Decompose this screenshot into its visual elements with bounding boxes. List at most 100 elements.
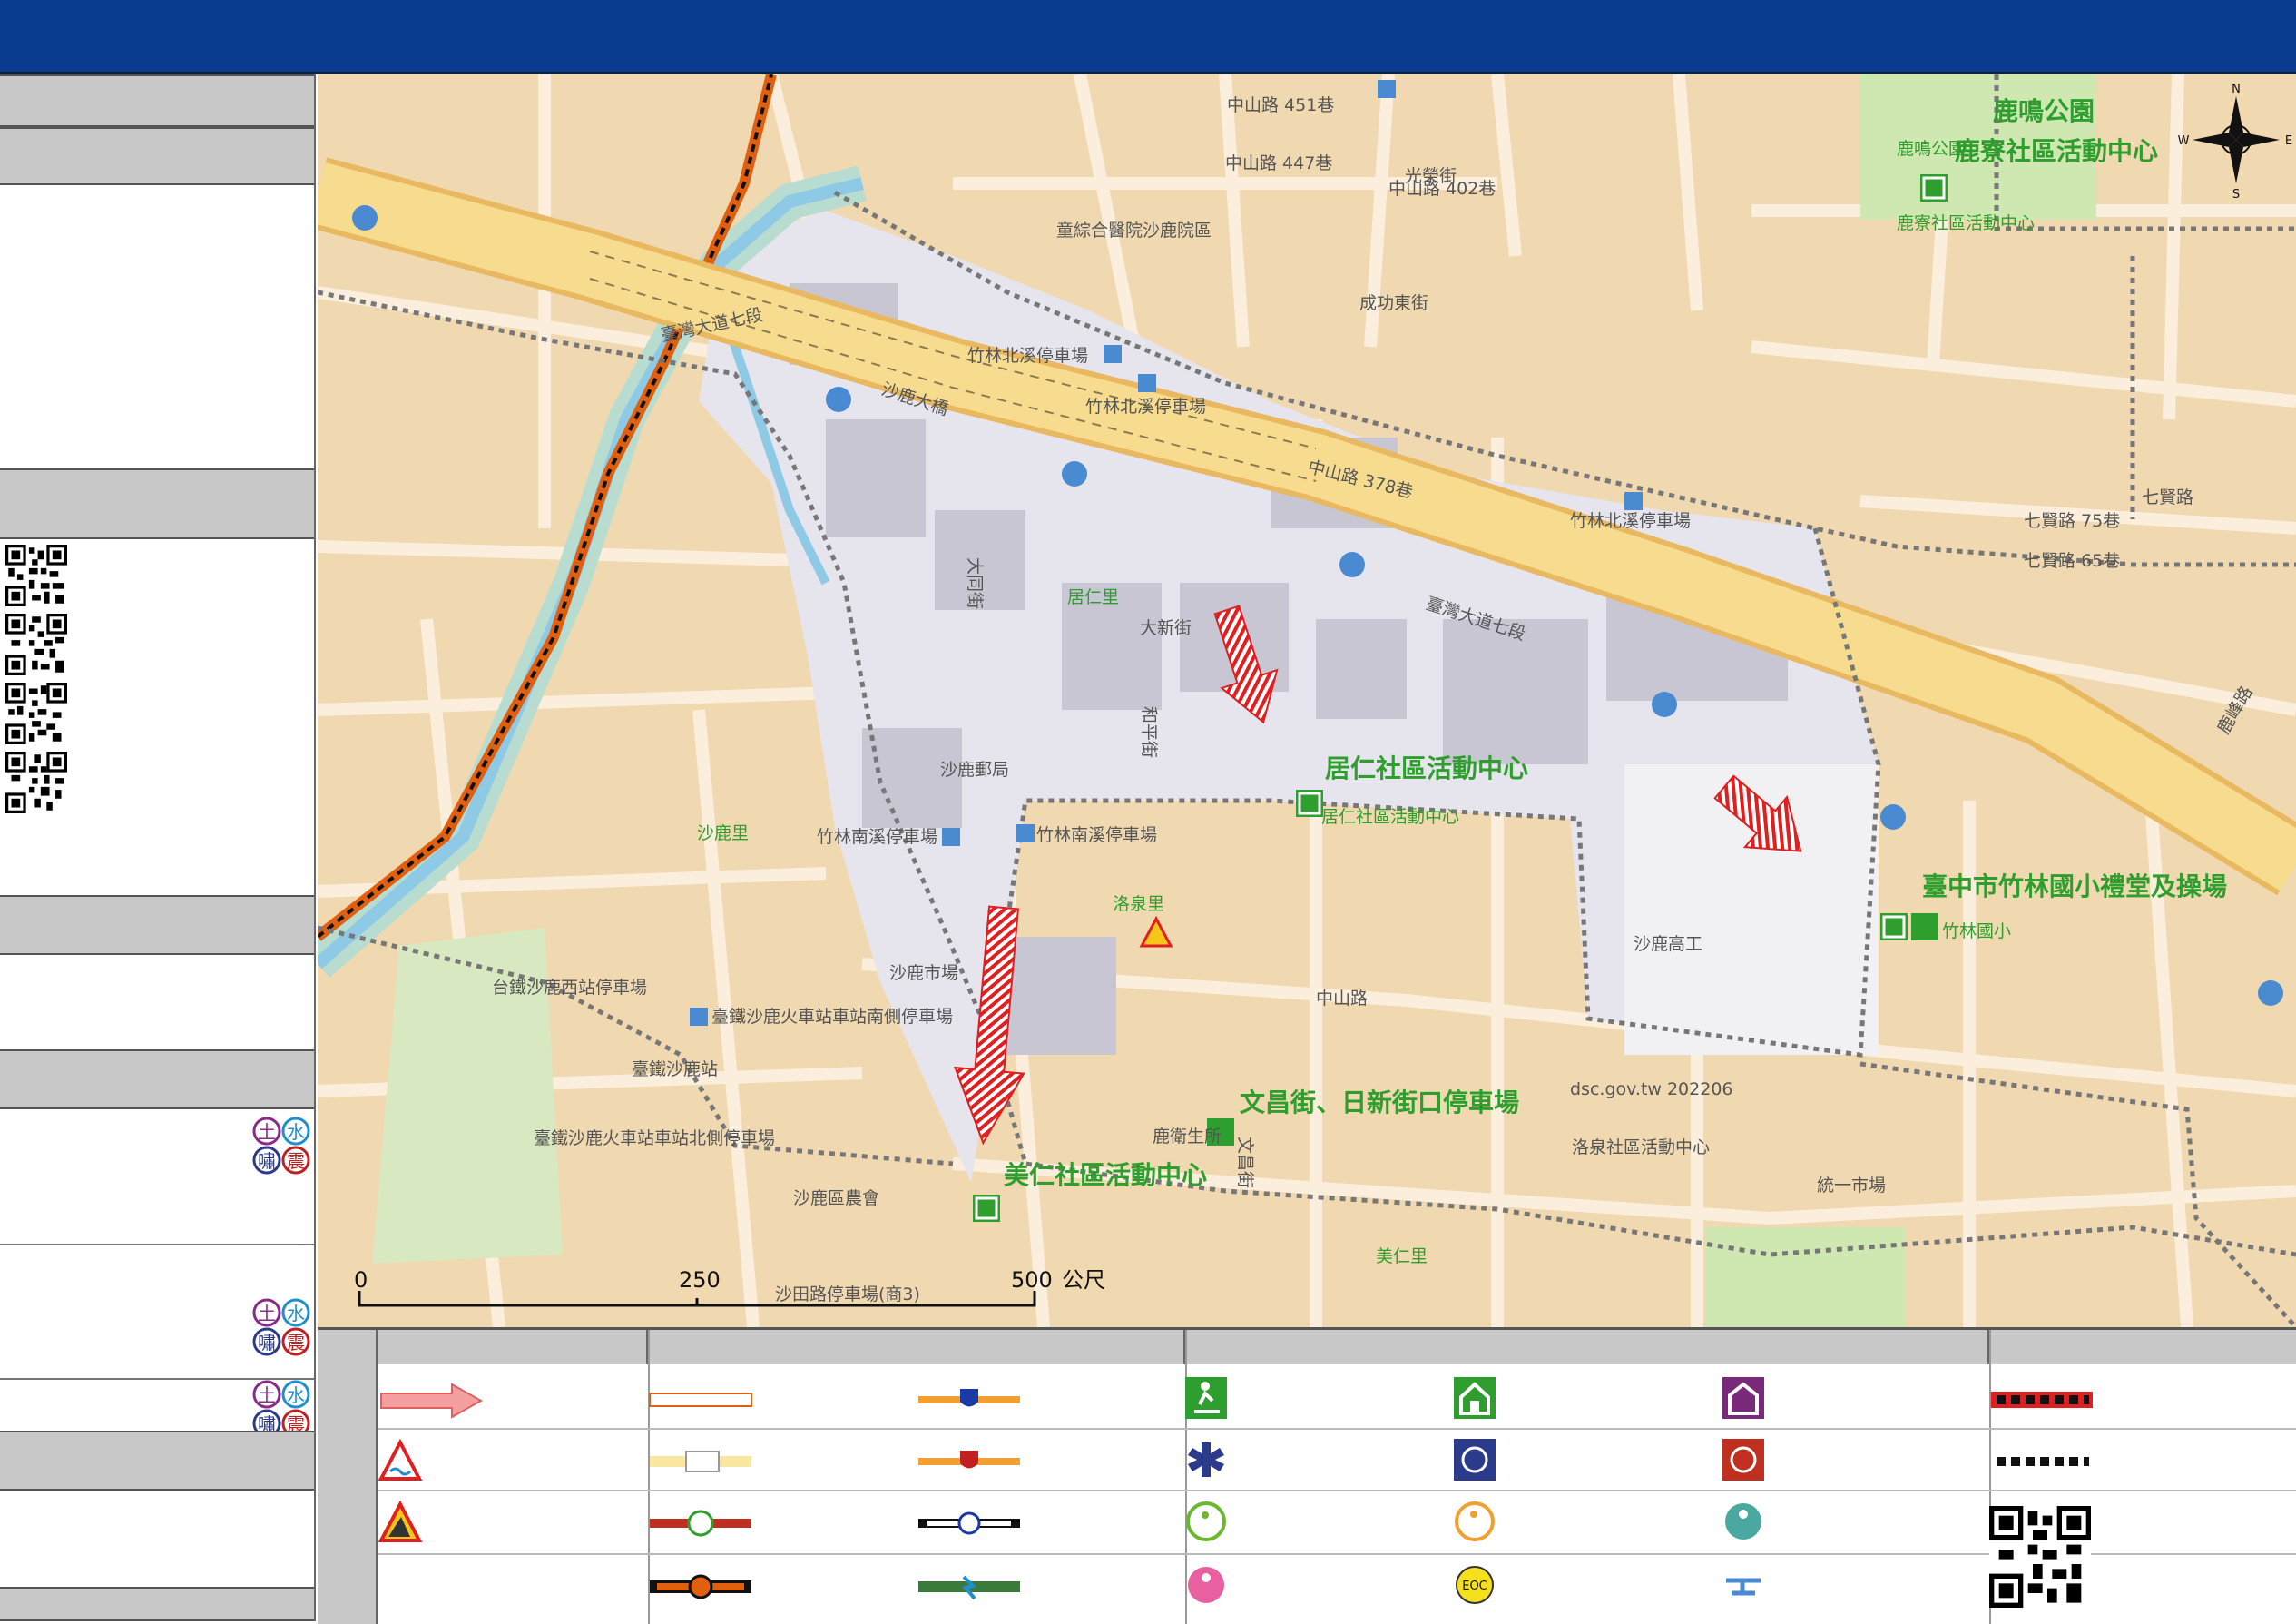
sidebar-body-3 <box>0 955 314 1049</box>
legend-evac-zone-boundary-icon <box>1991 1392 2093 1408</box>
legend-eoc-icon: EOC <box>1456 1566 1494 1604</box>
legend-medical-icon <box>1188 1442 1224 1477</box>
legend-side-header <box>318 1330 378 1624</box>
legend-evac-arrow-icon <box>380 1383 484 1419</box>
legend-flood-warning-icon <box>378 1439 423 1481</box>
label-daxin: 大新街 <box>1140 618 1192 638</box>
label-luliao-small: 鹿寮社區活動中心 <box>1897 213 2035 233</box>
svg-text:嘯: 嘯 <box>258 1332 276 1353</box>
legend-head-3 <box>1185 1330 1989 1364</box>
label-zhulin-small: 竹林國小 <box>1942 921 2011 941</box>
legend-county-road-icon <box>650 1510 751 1537</box>
legend-child-care-icon <box>1725 1503 1761 1540</box>
hazard-badges-1: 土 水 嘯 震 <box>252 1117 310 1175</box>
legend-landslide-icon <box>378 1501 423 1542</box>
label-wenchang: 文昌街 <box>1235 1137 1255 1188</box>
sidebar-header-1 <box>0 74 314 127</box>
info-sidebar: 土 水 嘯 震 土 水 嘯 震 土 水 嘯 震 <box>0 74 316 1621</box>
label-shalu-li: 沙鹿里 <box>697 823 749 843</box>
sidebar-body-info <box>0 185 314 468</box>
legend-fire-station-icon <box>1722 1439 1764 1481</box>
legend-disability-icon <box>1188 1567 1224 1603</box>
svg-text:土: 土 <box>258 1384 276 1406</box>
legend-head-2 <box>648 1330 1185 1364</box>
legend-shelter-indoor-icon <box>1454 1377 1496 1419</box>
svg-text:250: 250 <box>679 1267 721 1293</box>
label-station-w: 台鐵沙鹿西站停車場 <box>492 978 647 998</box>
legend-local-road-icon <box>649 1393 752 1407</box>
qr-code-3[interactable] <box>5 683 67 744</box>
legend-shelter-outdoor-icon <box>1185 1377 1227 1419</box>
label-jurun-li: 居仁里 <box>1067 587 1119 607</box>
label-datong: 大同街 <box>965 557 985 609</box>
label-hospital: 童綜合醫院沙鹿院區 <box>1056 221 1212 241</box>
green-area <box>1706 1227 1906 1327</box>
qr-code-2[interactable] <box>5 614 67 675</box>
label-qixian: 七賢路 <box>2142 487 2193 507</box>
evacuation-map[interactable]: N S W E 鹿鳴公園 鹿寮社區活動中心 鹿鳴公園 鹿寮社區活動中心 居仁社區… <box>318 74 2296 1327</box>
label-meiren-center: 美仁社區活動中心 <box>1004 1160 1207 1190</box>
badge-quake: 震 <box>287 1150 305 1172</box>
label-meiren-li: 美仁里 <box>1376 1246 1428 1266</box>
label-tongyi-market: 統一市場 <box>1817 1176 1886 1196</box>
label-jurun-center: 居仁社區活動中心 <box>1325 753 1528 783</box>
qr-code-4[interactable] <box>5 752 67 813</box>
label-chenggong: 成功東街 <box>1359 293 1428 313</box>
label-shalu-post: 沙鹿郵局 <box>940 760 1009 780</box>
label-parking-n1: 竹林北溪停車場 <box>967 346 1088 366</box>
label-parking-n3: 竹林北溪停車場 <box>1570 511 1691 531</box>
legend-expressway-icon <box>918 1451 1020 1469</box>
label-zhulin-school: 臺中市竹林國小禮堂及操場 <box>1922 871 2227 901</box>
legend-elderly-icon <box>1455 1501 1495 1541</box>
label-guangrong: 光榮街 <box>1405 166 1457 186</box>
sidebar-header-5 <box>0 1431 314 1491</box>
svg-text:水: 水 <box>287 1384 305 1406</box>
legend-qr-code[interactable] <box>1989 1506 2091 1608</box>
label-health: 鹿衛生所 <box>1153 1127 1222 1147</box>
legend-welfare-icon <box>1186 1501 1226 1541</box>
sidebar-header-4 <box>0 1049 314 1109</box>
legend-police-icon <box>1454 1439 1496 1481</box>
sidebar-header-qr <box>0 468 314 539</box>
badge-water: 水 <box>287 1121 305 1143</box>
badge-tsunami: 嘯 <box>258 1150 276 1172</box>
qr-code-1[interactable] <box>5 545 67 606</box>
label-station: 臺鐵沙鹿站 <box>632 1059 718 1079</box>
svg-text:0: 0 <box>354 1267 368 1293</box>
sidebar-header-3 <box>0 895 314 955</box>
label-qixian75: 七賢路 75巷 <box>2024 511 2120 531</box>
sidebar-header-6 <box>0 1587 314 1621</box>
label-station-n: 臺鐵沙鹿火車站車站北側停車場 <box>534 1128 775 1148</box>
label-parking-n2: 竹林北溪停車場 <box>1085 397 1206 417</box>
legend-helipad-icon <box>1726 1578 1761 1596</box>
sidebar-header-2 <box>0 127 314 185</box>
legend-national-highway-icon <box>918 1389 1020 1407</box>
label-qixian65: 七賢路 65巷 <box>2024 551 2120 571</box>
label-luoquan-center: 洛泉社區活動中心 <box>1572 1137 1710 1157</box>
sidebar-body-5 <box>0 1491 314 1587</box>
label-shatian-parking: 沙田路停車場(商3) <box>775 1284 920 1304</box>
label-hoping: 和平街 <box>1139 706 1159 758</box>
label-luming-small: 鹿鳴公園 <box>1897 139 1966 159</box>
legend-railway-icon <box>918 1511 1020 1535</box>
svg-text:500: 500 <box>1011 1267 1053 1293</box>
label-shalu-hs: 沙鹿高工 <box>1634 934 1702 954</box>
svg-text:水: 水 <box>287 1303 305 1324</box>
svg-text:W: W <box>2178 134 2190 148</box>
label-zhongshan-451: 中山路 451巷 <box>1227 95 1334 115</box>
svg-text:震: 震 <box>287 1332 305 1353</box>
legend-head-4 <box>1989 1330 2296 1364</box>
label-zhongshan-road: 中山路 <box>1316 989 1368 1009</box>
title-bar <box>0 0 2296 74</box>
sidebar-body-qr <box>0 539 314 895</box>
legend-township-road-icon <box>650 1574 751 1599</box>
label-zhongshan-447: 中山路 447巷 <box>1225 153 1332 173</box>
label-jurun-small: 居仁社區活動中心 <box>1321 807 1459 827</box>
label-farmers: 沙鹿區農會 <box>793 1188 879 1208</box>
legend-head-1 <box>378 1330 648 1364</box>
legend-village-boundary-icon <box>1997 1457 2089 1466</box>
legend-hsr-icon <box>918 1575 1020 1600</box>
label-luoquan-li: 洛泉里 <box>1113 894 1164 914</box>
label-luliao-center: 鹿寮社區活動中心 <box>1955 136 2158 166</box>
map-legend: EOC <box>318 1327 2296 1624</box>
